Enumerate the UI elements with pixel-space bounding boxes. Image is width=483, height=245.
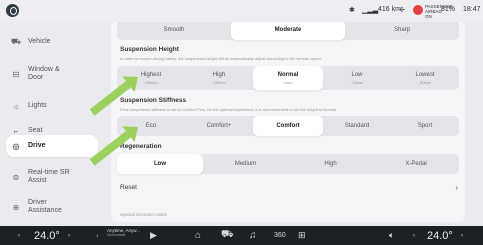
option-low[interactable]: Low -15mm (323, 66, 391, 90)
sidebar-item-label: Real-time SR Assist (28, 169, 70, 184)
option-sharp[interactable]: Sharp (345, 22, 459, 40)
sidebar-item-label: Seat (28, 127, 43, 134)
drive-settings-panel: Smooth Moderate Sharp Suspension Height … (111, 22, 465, 222)
media-subtitle: Motorshade (107, 233, 126, 237)
sidebar-item-lights[interactable]: ☼ Lights (6, 95, 98, 117)
sr-assist-icon: ⊜ (12, 172, 20, 182)
media-info[interactable]: Anytime, Anyw... Motorshade (107, 228, 167, 243)
regeneration-selector: Low Medium High X-Pedal (117, 154, 459, 174)
apps-grid-icon[interactable]: ⊞ (298, 226, 306, 245)
sidebar-item-drive[interactable]: ◎ Drive (6, 135, 98, 157)
sidebar-item-label: Window & Door (28, 66, 60, 81)
passenger-temp-down[interactable]: ‹ (413, 226, 415, 245)
reset-label: Reset (120, 184, 137, 191)
option-regen-low[interactable]: Low (117, 154, 203, 174)
volume-icon[interactable]: 🔈︎ (389, 226, 394, 245)
driver-temperature[interactable]: 24.0° (34, 226, 60, 245)
lights-icon: ☼ (12, 101, 20, 111)
suspension-height-title: Suspension Height (120, 46, 179, 53)
settings-sidebar: ⛟ Vehicle ⊟ Window & Door ☼ Lights ⌐ Sea… (0, 22, 104, 222)
sidebar-item-label: Driver Assistance (28, 199, 62, 214)
option-comfort-plus[interactable]: Comfort+ (185, 116, 253, 136)
sidebar-item-vehicle[interactable]: ⛟ Vehicle (6, 31, 98, 53)
option-lowest[interactable]: Lowest -50mm (391, 66, 459, 90)
option-sport[interactable]: Sport (391, 116, 459, 136)
sidebar-item-label: Vehicle (28, 38, 51, 45)
brand-logo-icon (6, 4, 19, 17)
steering-wheel-icon: ◎ (12, 141, 20, 151)
passenger-temp-up[interactable]: › (461, 226, 463, 245)
option-high[interactable]: High +30mm (185, 66, 253, 90)
option-regen-high[interactable]: High (288, 154, 373, 174)
reset-row[interactable]: Reset › (120, 183, 458, 192)
sidebar-item-label: Drive (28, 142, 46, 149)
driver-temp-down[interactable]: ‹ (18, 226, 20, 245)
battery-text: 81% (441, 6, 456, 13)
suspension-height-desc: In order to ensure driving safety, the s… (120, 56, 321, 61)
status-bar: ✢ PASSENGER AIRBAG ON ✱ ▁▂▃ 416 km 81% 1… (0, 0, 483, 22)
range-text: 416 km (378, 6, 401, 13)
passenger-temperature[interactable]: 24.0° (427, 226, 453, 245)
option-smooth[interactable]: Smooth (117, 22, 231, 40)
suspension-stiffness-title: Suspension Stiffness (120, 97, 187, 104)
bluetooth-icon: ✱ (349, 7, 355, 14)
option-normal[interactable]: Normal 0mm (253, 66, 323, 90)
car-icon: ⛟ (10, 37, 22, 46)
bottom-bar: ‹ 24.0° › ♪ Anytime, Anyw... Motorshade … (0, 226, 483, 245)
360-view-icon[interactable]: 360 (274, 226, 286, 245)
car-view-icon[interactable]: ⛟ (221, 226, 234, 245)
option-comfort[interactable]: Comfort (253, 116, 323, 136)
chevron-right-icon: › (455, 183, 458, 192)
home-icon[interactable]: ⌂ (195, 226, 201, 245)
suspension-stiffness-desc: If the suspension stiffness is set to Co… (120, 107, 337, 112)
airbag-icon (413, 5, 423, 15)
option-standard[interactable]: Standard (323, 116, 391, 136)
suspension-stiffness-selector: Eco Comfort+ Comfort Standard Sport (117, 116, 459, 136)
driver-assist-icon: ⊕ (12, 202, 20, 212)
steering-response-selector: Smooth Moderate Sharp (117, 22, 459, 40)
sidebar-item-label: Lights (28, 102, 47, 109)
door-icon: ⊟ (12, 69, 20, 79)
play-icon[interactable]: ▶ (150, 226, 157, 245)
sidebar-item-real-time-sr-assist[interactable]: ⊜ Real-time SR Assist (6, 164, 98, 190)
music-note-icon: ♪ (96, 232, 99, 239)
music-icon[interactable]: ♫ (249, 226, 257, 245)
driver-temp-up[interactable]: › (68, 226, 70, 245)
signal-icon: ▁▂▃ (362, 7, 379, 14)
regeneration-title: Regeneration (120, 143, 162, 150)
special-scenario-assist-label: Special Scenario Assist (120, 212, 167, 217)
option-regen-x-pedal[interactable]: X-Pedal (373, 154, 459, 174)
option-regen-medium[interactable]: Medium (203, 154, 288, 174)
option-moderate[interactable]: Moderate (231, 22, 345, 40)
suspension-height-selector: Highest +50mm High +30mm Normal 0mm Low … (117, 66, 459, 90)
sidebar-item-window-door[interactable]: ⊟ Window & Door (6, 61, 98, 87)
clock: 18:47 (463, 6, 481, 13)
sidebar-item-driver-assistance[interactable]: ⊕ Driver Assistance (6, 194, 98, 220)
